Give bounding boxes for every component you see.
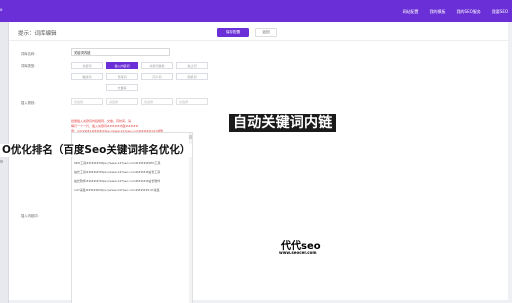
sidebar-marker — [0, 160, 3, 163]
insert-rule-label: 插入规则： — [21, 101, 38, 105]
content-label: 插入内链词： — [21, 214, 41, 218]
top-navbar: o 网站配置 我的模板 我的SEO服务 我要SEO — [0, 0, 512, 22]
insert-rule-select[interactable]: 请选择 — [71, 98, 103, 105]
content-line: 147采集#####https://www.147seo.com#####147… — [74, 188, 160, 192]
app-brand: o — [0, 7, 3, 12]
header-divider — [9, 40, 508, 41]
top-nav-item-site-config[interactable]: 网站配置 — [403, 9, 419, 15]
type-option[interactable]: 禁止词 — [176, 62, 208, 69]
left-sidebar — [0, 22, 9, 303]
content-line: 站长软件#####https://www.147seo.com#####站长软件 — [74, 179, 161, 183]
hint-text: 每行一个一行，插入关键词#####内链##### — [71, 124, 139, 128]
top-nav-item-seo[interactable]: 我要SEO — [492, 9, 508, 15]
textarea-scroll-thumb[interactable] — [189, 135, 192, 139]
content-line: SEO工具#####https://www.147seo.com#####SEO… — [74, 161, 161, 165]
type-option[interactable]: 文章库 — [106, 84, 138, 91]
name-input[interactable]: 关键词内链 — [71, 48, 170, 56]
name-label: 词库名称： — [21, 52, 38, 56]
editor-panel: 提示：词库编辑 保存配置 返回 词库名称： 关键词内链 词库类型： 关键词 插入… — [9, 22, 508, 303]
insert-rule-select[interactable]: 请选择 — [176, 98, 208, 105]
insert-rule-select[interactable]: 请选择 — [106, 98, 138, 105]
top-nav-item-my-templates[interactable]: 我的模板 — [430, 9, 446, 15]
textarea-scrollbar[interactable] — [189, 133, 192, 303]
content-line: 站长工具#####https://www.147seo.com#####站长工具 — [74, 170, 161, 174]
top-nav-item-my-seo[interactable]: 我的SEO服务 — [457, 9, 481, 15]
watermark-url: www.seocer.com — [279, 250, 317, 255]
type-option[interactable]: 敏感词 — [71, 73, 103, 80]
save-config-button[interactable]: 保存配置 — [217, 28, 249, 37]
type-option[interactable]: 关键词替换 — [141, 62, 173, 69]
top-nav: 网站配置 我的模板 我的SEO服务 我要SEO — [403, 9, 508, 15]
overlay-caption: 自动关键词内链 — [229, 114, 337, 132]
type-option[interactable]: 随机词 — [176, 73, 208, 80]
type-option[interactable]: 关键词 — [71, 62, 103, 69]
keyword-content-textarea[interactable]: SEO工具#####https://www.147seo.com#####SEO… — [71, 132, 193, 303]
back-button[interactable]: 返回 — [255, 28, 277, 37]
type-label: 词库类型： — [21, 64, 38, 68]
hint-text: 批量插入关键词内链规则，文章，同时间，请 — [71, 119, 132, 123]
type-option[interactable]: 同义词 — [141, 73, 173, 80]
subtitle-caption: O优化排名（百度Seo关键词排名优化） — [0, 144, 193, 157]
page-title: 提示：词库编辑 — [18, 31, 57, 37]
type-option-selected[interactable]: 插入内链词 — [106, 62, 138, 69]
type-option[interactable]: 长尾词 — [106, 73, 138, 80]
insert-rule-select[interactable]: 请选择 — [141, 98, 173, 105]
